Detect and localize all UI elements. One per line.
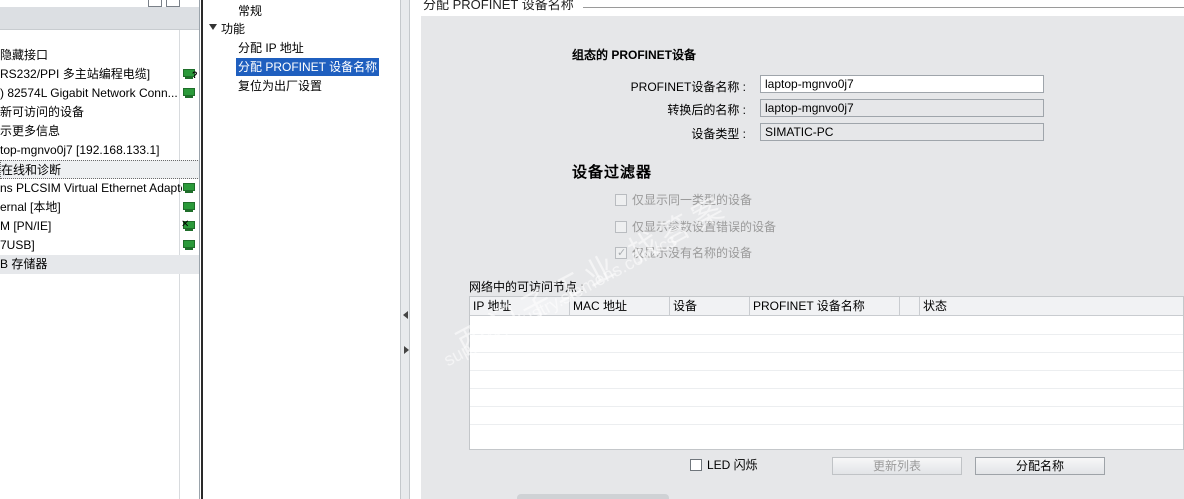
accessible-nodes-label: 网络中的可访问节点 :: [469, 280, 584, 294]
checkbox[interactable]: [615, 194, 627, 206]
tree-item[interactable]: 7USB]: [0, 236, 199, 255]
collapse-left-icon[interactable]: [403, 311, 408, 319]
col-device[interactable]: 设备: [670, 297, 750, 316]
bottom-tab-stub: [517, 494, 669, 499]
device-type-field: SIMATIC-PC: [760, 123, 1044, 141]
content-area: 组态的 PROFINET设备 PROFINET设备名称 : 转换后的名称 : l…: [421, 16, 1184, 499]
checkbox[interactable]: [615, 221, 627, 233]
col-blank[interactable]: [900, 297, 920, 316]
checkbox[interactable]: [615, 245, 627, 261]
accessible-nodes-table[interactable]: IP 地址 MAC 地址 设备 PROFINET 设备名称 状态: [469, 296, 1184, 450]
tree-item[interactable]: 示更多信息: [0, 122, 199, 141]
network-icon: [183, 183, 197, 194]
tree-item-online-diagnostics[interactable]: 在线和诊断: [0, 160, 199, 179]
restore-icon[interactable]: [148, 0, 162, 7]
table-row: [470, 334, 1183, 335]
col-ip-address[interactable]: IP 地址: [470, 297, 570, 316]
nav-general[interactable]: 常规: [238, 2, 262, 20]
assign-name-panel: 组态的 PROFINET设备 PROFINET设备名称 : 转换后的名称 : l…: [411, 0, 1184, 499]
device-type-label: 设备类型 :: [691, 127, 746, 141]
tree-item[interactable]: top-mgnvo0j7 [192.168.133.1]: [0, 141, 199, 160]
nav-reset-factory[interactable]: 复位为出厂设置: [238, 77, 322, 95]
network-error-icon: ✕: [181, 220, 197, 232]
configured-device-heading: 组态的 PROFINET设备: [572, 48, 697, 62]
table-row: [470, 352, 1183, 353]
device-filter-heading: 设备过滤器: [572, 164, 653, 181]
tree-item[interactable]: 新可访问的设备: [0, 103, 199, 122]
section-divider: [583, 7, 1184, 8]
col-mac-address[interactable]: MAC 地址: [570, 297, 670, 316]
network-icon: [183, 202, 197, 213]
nav-functions[interactable]: 功能: [221, 20, 245, 38]
table-row: [470, 424, 1183, 425]
nav-assign-profinet-name[interactable]: 分配 PROFINET 设备名称: [236, 58, 380, 76]
tree-item[interactable]: ) 82574L Gigabit Network Conn...: [0, 84, 199, 103]
function-nav-pane: 常规 功能 分配 IP 地址 分配 PROFINET 设备名称 复位为出厂设置: [201, 0, 400, 499]
tree-item[interactable]: ns PLCSIM Virtual Ethernet Adapter: [0, 179, 199, 198]
assign-name-button[interactable]: 分配名称: [975, 457, 1105, 475]
tree-item[interactable]: RS232/PPI 多主站编程电缆] ?: [0, 65, 199, 84]
pane-controls[interactable]: [148, 0, 188, 7]
tree-item[interactable]: ernal [本地]: [0, 198, 199, 217]
tree-header: [0, 7, 199, 30]
tree-item[interactable]: 隐藏接口: [0, 46, 199, 65]
chevron-down-icon[interactable]: [209, 24, 217, 30]
network-icon: [183, 240, 197, 251]
network-unknown-icon: ?: [183, 69, 198, 80]
checkbox[interactable]: [690, 459, 702, 471]
table-row: [470, 370, 1183, 371]
table-row: [470, 388, 1183, 389]
col-profinet-name[interactable]: PROFINET 设备名称: [750, 297, 900, 316]
device-name-input[interactable]: [760, 75, 1044, 93]
device-name-label: PROFINET设备名称 :: [630, 80, 746, 94]
table-header: IP 地址 MAC 地址 设备 PROFINET 设备名称 状态: [470, 297, 1183, 316]
table-row: [470, 406, 1183, 407]
project-tree-pane: 隐藏接口 RS232/PPI 多主站编程电缆] ? ) 82574L Gigab…: [0, 0, 200, 499]
close-icon[interactable]: [166, 0, 180, 7]
converted-name-field: laptop-mgnvo0j7: [760, 99, 1044, 117]
tree-item[interactable]: B 存储器: [0, 255, 199, 274]
network-icon: [183, 88, 197, 99]
col-status[interactable]: 状态: [920, 297, 1183, 316]
expand-right-icon[interactable]: [404, 346, 409, 354]
section-title: 分配 PROFINET 设备名称: [423, 0, 574, 12]
refresh-list-button[interactable]: 更新列表: [832, 457, 962, 475]
converted-name-label: 转换后的名称 :: [667, 103, 746, 117]
tree-item[interactable]: M [PN/IE] ✕: [0, 217, 199, 236]
nav-assign-ip[interactable]: 分配 IP 地址: [238, 39, 304, 57]
pane-splitter[interactable]: [400, 0, 410, 499]
